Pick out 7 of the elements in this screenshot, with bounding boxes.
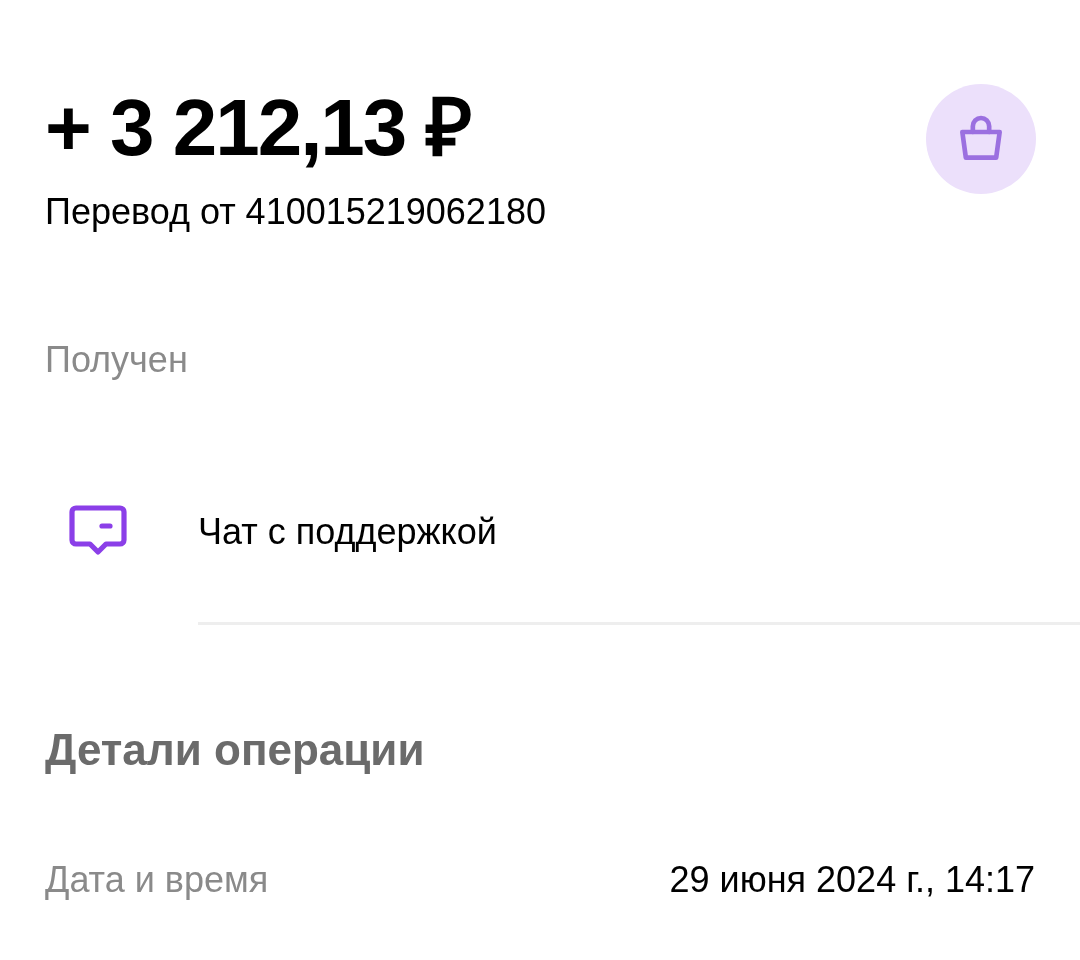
detail-label: Дата и время bbox=[45, 858, 269, 903]
section-title: Детали операции bbox=[45, 725, 425, 775]
status-text: Получен bbox=[45, 339, 188, 381]
amount: + 3 212,13 ₽ bbox=[45, 84, 472, 172]
detail-value: 29 июня 2024 г., 14:17 bbox=[669, 858, 1035, 903]
support-chat-item[interactable]: Чат с поддержкой bbox=[0, 492, 1080, 573]
transfer-description: Перевод от 410015219062180 bbox=[45, 190, 546, 234]
